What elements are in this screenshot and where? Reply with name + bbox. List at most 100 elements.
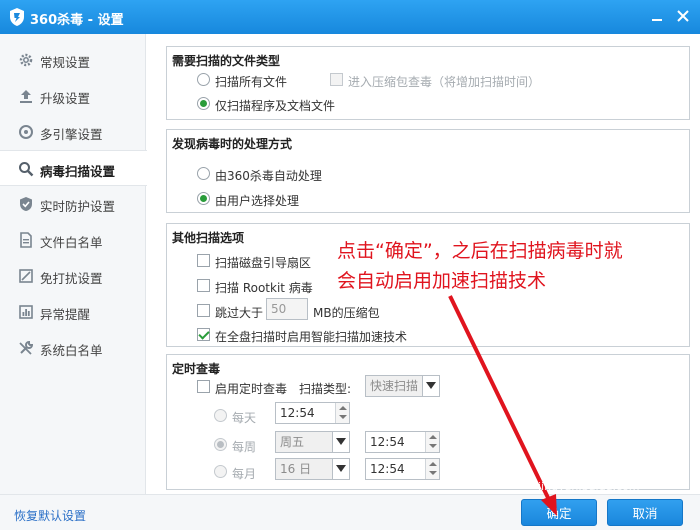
monthly-radio[interactable]: 每月 xyxy=(214,463,274,481)
radio-label: 由用户选择处理 xyxy=(215,194,300,208)
radio-indicator xyxy=(197,192,210,205)
radio-label: 每月 xyxy=(232,467,257,481)
checkbox-label: 扫描磁盘引导扇区 xyxy=(215,256,312,270)
monthly-time-input[interactable]: 12:54 xyxy=(365,458,440,480)
daily-time-input[interactable]: 12:54 xyxy=(275,402,350,424)
baidu-watermark: Baidu 经验 jingyan.baidu.com xyxy=(528,452,688,500)
radio-indicator xyxy=(214,438,227,451)
spin-down-icon xyxy=(429,444,437,448)
select-value: 16 日 xyxy=(280,462,312,476)
scan-programs-radio[interactable]: 仅扫描程序及文档文件 xyxy=(197,95,377,113)
virus-handling-group: 发现病毒时的处理方式 由360杀毒自动处理 由用户选择处理 xyxy=(166,129,690,213)
sidebar-item-label: 异常提醒 xyxy=(40,307,91,322)
group-title: 需要扫描的文件类型 xyxy=(172,54,281,68)
radio-label: 每天 xyxy=(232,411,257,425)
sidebar-item-alerts[interactable]: 异常提醒 xyxy=(0,294,146,330)
restore-defaults-link[interactable]: 恢复默认设置 xyxy=(14,507,86,524)
skip-size-input[interactable]: 50 xyxy=(266,298,308,320)
enable-schedule-checkbox[interactable]: 启用定时查毒 xyxy=(197,378,307,396)
radio-indicator xyxy=(197,73,210,86)
skip-size-unit: MB的压缩包 xyxy=(313,306,380,320)
file-icon xyxy=(20,232,32,248)
minimize-button[interactable] xyxy=(646,6,668,26)
sidebar-item-file-whitelist[interactable]: 文件白名单 xyxy=(0,222,146,258)
checkbox-indicator xyxy=(197,279,210,292)
radio-indicator xyxy=(197,167,210,180)
chevron-down-icon xyxy=(422,376,439,396)
sidebar-item-label: 免打扰设置 xyxy=(40,271,103,286)
auto-handle-radio[interactable]: 由360杀毒自动处理 xyxy=(197,165,357,183)
sidebar-item-virus-scan[interactable]: 病毒扫描设置 xyxy=(0,150,147,186)
select-value: 快速扫描 xyxy=(370,379,419,393)
weekly-time-input[interactable]: 12:54 xyxy=(365,431,440,453)
group-title: 其他扫描选项 xyxy=(172,231,245,245)
user-handle-radio[interactable]: 由用户选择处理 xyxy=(197,190,357,208)
rootkit-checkbox[interactable]: 扫描 Rootkit 病毒 xyxy=(197,277,347,295)
sidebar-item-realtime-protection[interactable]: 实时防护设置 xyxy=(0,186,146,222)
radio-label: 扫描所有文件 xyxy=(215,75,288,89)
skip-archive-checkbox[interactable]: 跳过大于 xyxy=(197,302,277,320)
checkbox-indicator xyxy=(197,380,210,393)
time-value: 12:54 xyxy=(280,406,315,420)
spinner-buttons[interactable] xyxy=(425,432,439,452)
close-button[interactable] xyxy=(672,6,694,26)
sidebar-item-label: 实时防护设置 xyxy=(40,199,116,214)
checkbox-label: 启用定时查毒 xyxy=(215,382,288,396)
title-bar: 360杀毒 - 设置 xyxy=(0,0,700,34)
sidebar-item-no-disturb[interactable]: 免打扰设置 xyxy=(0,258,146,294)
annotation-line-2: 会自动启用加速扫描技术 xyxy=(337,270,547,292)
weekly-radio[interactable]: 每周 xyxy=(214,436,274,454)
sidebar-item-label: 病毒扫描设置 xyxy=(40,164,116,179)
sidebar-item-update[interactable]: 升级设置 xyxy=(0,78,146,114)
window-title: 360杀毒 - 设置 xyxy=(30,13,124,28)
checkbox-label: 在全盘扫描时启用智能扫描加速技术 xyxy=(215,330,408,344)
settings-window: 360杀毒 - 设置 常规设置 升级设置 多引擎设置 病毒扫描设置 实时防护设置 xyxy=(0,0,700,530)
daily-radio[interactable]: 每天 xyxy=(214,407,274,425)
no-disturb-icon xyxy=(19,269,33,283)
watermark-url: jingyan.baidu.com xyxy=(538,480,640,493)
sidebar-item-label: 多引擎设置 xyxy=(40,127,103,142)
spin-down-icon xyxy=(339,415,347,419)
sidebar-item-label: 升级设置 xyxy=(40,91,91,106)
sidebar-item-label: 系统白名单 xyxy=(40,343,103,358)
file-types-group: 需要扫描的文件类型 扫描所有文件 进入压缩包查毒（将增加扫描时间） 仅扫描程序及… xyxy=(166,46,690,120)
scan-type-select[interactable]: 快速扫描 xyxy=(365,375,440,397)
weekly-day-select[interactable]: 周五 xyxy=(275,431,350,453)
boot-sector-checkbox[interactable]: 扫描磁盘引导扇区 xyxy=(197,252,347,270)
checkbox-indicator xyxy=(330,73,343,86)
chart-icon xyxy=(19,305,33,319)
time-value: 12:54 xyxy=(370,435,405,449)
sidebar-item-system-whitelist[interactable]: 系统白名单 xyxy=(0,330,146,366)
scan-all-files-radio[interactable]: 扫描所有文件 xyxy=(197,71,327,89)
monthly-day-select[interactable]: 16 日 xyxy=(275,458,350,480)
radio-indicator xyxy=(214,465,227,478)
sidebar-item-label: 文件白名单 xyxy=(40,235,103,250)
smart-accel-checkbox[interactable]: 在全盘扫描时启用智能扫描加速技术 xyxy=(197,326,427,344)
checkbox-indicator xyxy=(197,254,210,267)
radio-label: 仅扫描程序及文档文件 xyxy=(215,99,336,113)
sidebar-item-label: 常规设置 xyxy=(40,55,91,70)
upload-icon xyxy=(20,90,32,103)
radio-indicator xyxy=(214,409,227,422)
group-title: 定时查毒 xyxy=(172,362,221,376)
radio-label: 由360杀毒自动处理 xyxy=(215,169,322,183)
checkbox-label: 进入压缩包查毒（将增加扫描时间） xyxy=(348,75,541,89)
spin-up-icon xyxy=(429,435,437,439)
sidebar-item-general[interactable]: 常规设置 xyxy=(0,42,146,78)
shield-icon xyxy=(20,197,32,211)
spinner-buttons[interactable] xyxy=(425,459,439,479)
spinner-buttons[interactable] xyxy=(335,403,349,423)
enter-archive-checkbox[interactable]: 进入压缩包查毒（将增加扫描时间） xyxy=(330,71,670,89)
cancel-button[interactable]: 取消 xyxy=(607,499,683,526)
checkbox-label: 跳过大于 xyxy=(215,306,264,320)
search-icon xyxy=(19,162,34,177)
checkbox-indicator xyxy=(197,304,210,317)
chevron-down-icon xyxy=(332,432,349,452)
gear-icon xyxy=(19,53,33,67)
select-value: 周五 xyxy=(280,435,305,449)
ok-button[interactable]: 确定 xyxy=(521,499,597,526)
minimize-icon xyxy=(652,19,662,21)
sidebar-item-multi-engine[interactable]: 多引擎设置 xyxy=(0,114,146,150)
360-shield-logo-icon xyxy=(10,8,24,26)
time-value: 12:54 xyxy=(370,462,405,476)
